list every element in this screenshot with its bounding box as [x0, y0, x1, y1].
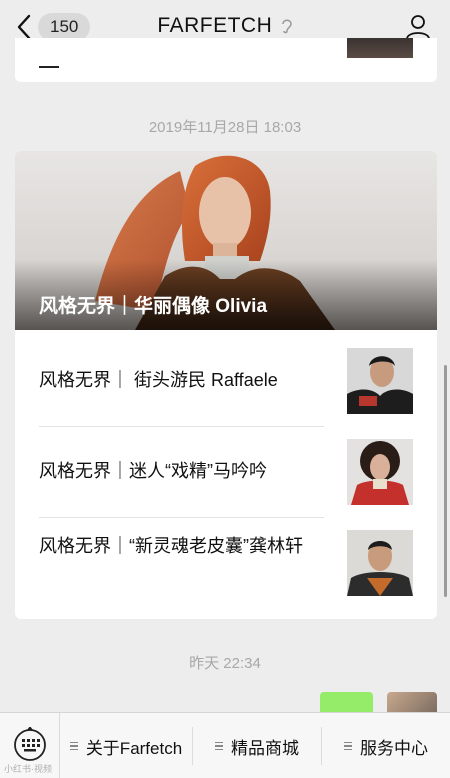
item-divider [39, 517, 324, 518]
menu-list-icon [69, 740, 78, 753]
keyboard-icon [14, 727, 46, 761]
article-thumbnail [347, 348, 413, 414]
menu-service-center[interactable]: 服务中心 [322, 713, 450, 778]
article-thumbnail [347, 38, 413, 58]
hero-article-title: 风格无界｜华丽偶像 Olivia [39, 296, 268, 317]
menu-about-farfetch[interactable]: 关于Farfetch [60, 713, 192, 778]
article-thumbnail [347, 439, 413, 505]
menu-label: 精品商城 [231, 738, 299, 758]
scrollbar[interactable] [444, 365, 447, 597]
article-message-card: 风格无界｜华丽偶像 Olivia 风格无界｜ 街头游民 Raffaele 风格无… [15, 151, 437, 619]
menu-label: 关于Farfetch [85, 738, 183, 758]
menu-label: 服务中心 [360, 738, 428, 758]
article-title: 风格无界｜迷人“戏精”马吟吟 [39, 461, 267, 481]
account-name: FARFETCH [157, 14, 273, 37]
person-icon[interactable] [404, 13, 432, 41]
message-timestamp: 昨天 22:34 [189, 655, 261, 672]
article-title: 风格无界｜“新灵魂老皮囊”龚林轩 [39, 536, 303, 556]
watermark: 小红书·视频 [4, 764, 52, 774]
hero-article[interactable]: 风格无界｜华丽偶像 Olivia [15, 151, 437, 330]
message-timestamp: 2019年11月28日 18:03 [148, 119, 302, 136]
previous-article-card[interactable] [15, 38, 437, 82]
item-divider [39, 426, 324, 427]
article-list-item[interactable]: 风格无界｜“新灵魂老皮囊”龚林轩 [39, 530, 413, 619]
text-fragment [39, 66, 59, 68]
article-title: 风格无界｜ 街头游民 Raffaele [39, 370, 278, 390]
menu-list-icon [215, 740, 223, 753]
bottom-menu-bar: 关于Farfetch 精品商城 服务中心 [0, 712, 450, 778]
article-thumbnail [347, 530, 413, 596]
chat-title: FARFETCH [0, 14, 450, 38]
menu-boutique-mall[interactable]: 精品商城 [193, 713, 321, 778]
ear-icon [281, 19, 292, 34]
menu-list-icon [344, 740, 352, 753]
